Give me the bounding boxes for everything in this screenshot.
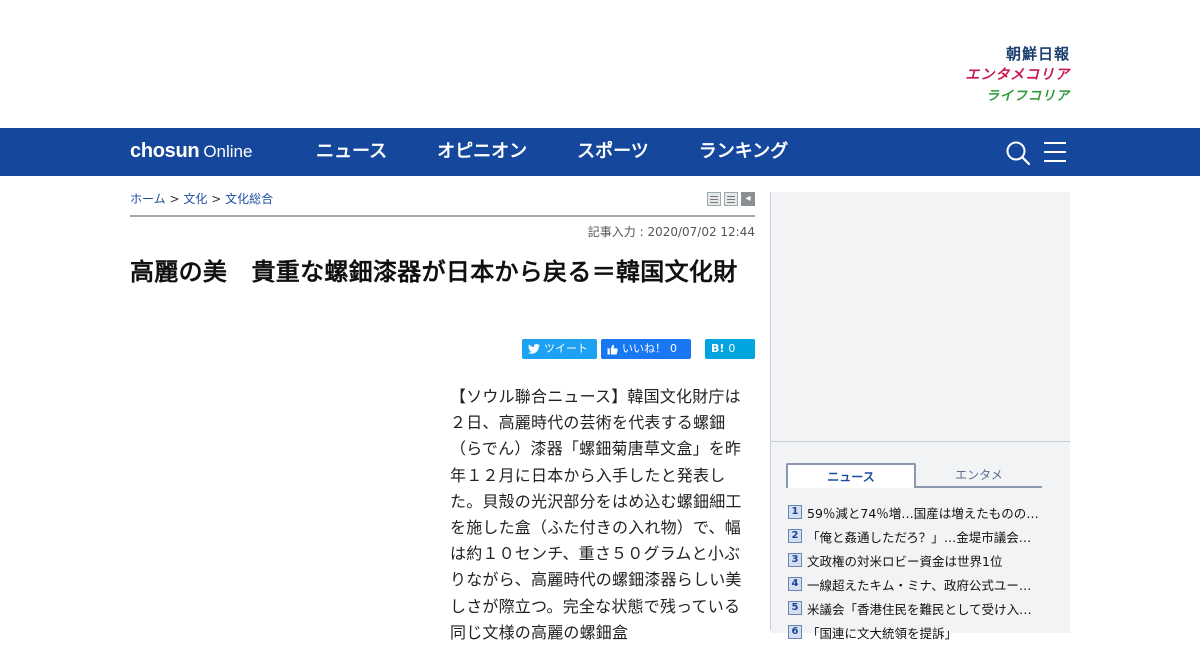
- rank-number: 6: [788, 625, 802, 639]
- text-size-icon[interactable]: [724, 192, 738, 206]
- breadcrumb-culture[interactable]: 文化: [183, 192, 207, 206]
- rank-number: 5: [788, 601, 802, 615]
- ranking-tabs: ニュース エンタメ: [786, 463, 1042, 488]
- hatena-count: 0: [728, 342, 736, 355]
- nav-item-sports[interactable]: スポーツ: [577, 128, 649, 176]
- like-button[interactable]: いいね！ 0: [601, 339, 691, 359]
- rank-number: 2: [788, 529, 802, 543]
- article-date: 記事入力 : 2020/07/02 12:44: [587, 225, 755, 239]
- breadcrumb-separator: >: [211, 192, 222, 206]
- nav-items: ニュース オピニオン スポーツ ランキング: [316, 128, 838, 176]
- share-buttons: ツイート いいね！ 0 B! 0: [518, 339, 755, 359]
- rank-headline: 米議会「香港住民を難民として受け入…: [807, 601, 1032, 617]
- tweet-label: ツイート: [544, 342, 588, 355]
- chosun-ilbo-link[interactable]: 朝鮮日報: [930, 44, 1070, 65]
- top-header: 朝鮮日報 エンタメコリア ライフコリア: [0, 0, 1200, 128]
- list-item[interactable]: 6 「国連に文大統領を提訴」: [788, 620, 1058, 644]
- right-sidebar: ニュース エンタメ 1 59％減と74％増…国産は増えたものの… 2 「俺と姦通した…: [770, 192, 1070, 641]
- breadcrumb-home[interactable]: ホーム: [130, 192, 166, 206]
- divider: [130, 215, 755, 217]
- ranking-list: 1 59％減と74％増…国産は増えたものの… 2 「俺と姦通しただろ？」…金堤市議会…: [788, 500, 1058, 644]
- list-item[interactable]: 3 文政権の対米ロビー資金は世界1位: [788, 548, 1058, 572]
- breadcrumb-culture-general[interactable]: 文化総合: [225, 192, 273, 206]
- like-label: いいね！: [622, 342, 666, 355]
- list-item[interactable]: 1 59％減と74％増…国産は増えたものの…: [788, 500, 1058, 524]
- brand-links: 朝鮮日報 エンタメコリア ライフコリア: [930, 44, 1070, 107]
- list-item[interactable]: 4 一線超えたキム・ミナ、政府公式ユー…: [788, 572, 1058, 596]
- rank-number: 3: [788, 553, 802, 567]
- nav-item-news[interactable]: ニュース: [316, 128, 387, 176]
- life-korea-link[interactable]: ライフコリア: [930, 86, 1070, 107]
- breadcrumb-separator: >: [169, 192, 180, 206]
- logo-light-text: Online: [203, 142, 253, 161]
- tweet-button[interactable]: ツイート: [522, 339, 597, 359]
- ranking-box: ニュース エンタメ 1 59％減と74％増…国産は増えたものの… 2 「俺と姦通した…: [771, 443, 1070, 641]
- thumbs-up-icon: [607, 344, 618, 354]
- article-tools: ◂: [707, 192, 755, 206]
- ad-space: [771, 192, 1070, 442]
- rank-number: 4: [788, 577, 802, 591]
- breadcrumb: ホーム > 文化 > 文化総合: [130, 190, 273, 207]
- rank-headline: 「俺と姦通しただろ？」…金堤市議会…: [807, 529, 1032, 545]
- rank-headline: 59％減と74％増…国産は増えたものの…: [807, 505, 1039, 521]
- rank-number: 1: [788, 505, 802, 519]
- rank-headline: 「国連に文大統領を提訴」: [807, 625, 958, 641]
- back-arrow-icon[interactable]: ◂: [741, 192, 755, 206]
- tab-news[interactable]: ニュース: [786, 463, 916, 488]
- search-icon[interactable]: [1005, 140, 1031, 166]
- logo-bold-text: chosun: [130, 140, 200, 162]
- list-item[interactable]: 5 米議会「香港住民を難民として受け入…: [788, 596, 1058, 620]
- site-logo[interactable]: chosun Online: [130, 140, 252, 163]
- list-item[interactable]: 2 「俺と姦通しただろ？」…金堤市議会…: [788, 524, 1058, 548]
- twitter-bird-icon: [528, 344, 540, 354]
- like-count: 0: [670, 342, 677, 355]
- hatena-bookmark-button[interactable]: B! 0: [705, 339, 755, 359]
- nav-item-opinion[interactable]: オピニオン: [437, 128, 527, 176]
- rank-headline: 文政権の対米ロビー資金は世界1位: [807, 553, 1003, 569]
- article-title: 高麗の美 貴重な螺鈿漆器が日本から戻る＝韓国文化財: [130, 258, 738, 286]
- article-body: 【ソウル聯合ニュース】韓国文化財庁は２日、高麗時代の芸術を代表する螺鈿（らでん）…: [450, 387, 742, 642]
- rank-headline: 一線超えたキム・ミナ、政府公式ユー…: [807, 577, 1032, 593]
- print-icon[interactable]: [707, 192, 721, 206]
- enta-korea-link[interactable]: エンタメコリア: [930, 65, 1070, 86]
- hatena-label: B!: [711, 342, 725, 355]
- tab-enta[interactable]: エンタメ: [916, 463, 1042, 488]
- nav-item-ranking[interactable]: ランキング: [699, 128, 788, 176]
- main-nav: chosun Online ニュース オピニオン スポーツ ランキング: [0, 128, 1200, 176]
- hamburger-menu-icon[interactable]: [1044, 142, 1066, 162]
